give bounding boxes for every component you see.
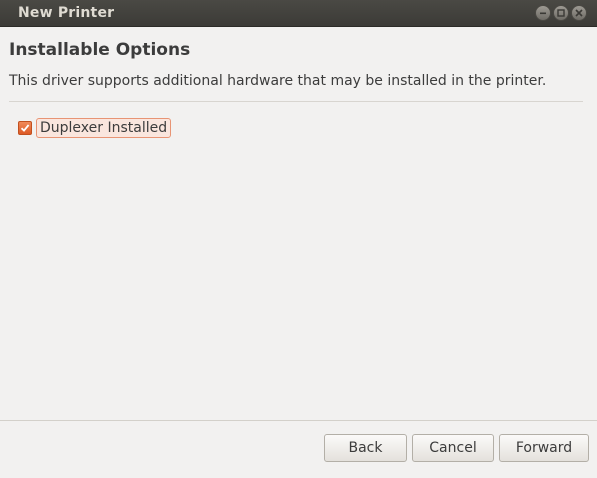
checkmark-icon <box>20 124 30 132</box>
page-description: This driver supports additional hardware… <box>9 73 547 89</box>
maximize-icon[interactable] <box>553 5 569 21</box>
divider <box>9 101 583 102</box>
duplexer-option[interactable]: Duplexer Installed <box>18 118 172 138</box>
back-button[interactable]: Back <box>324 434 407 462</box>
minimize-icon[interactable] <box>535 5 551 21</box>
forward-button[interactable]: Forward <box>499 434 589 462</box>
window-title: New Printer <box>18 5 115 21</box>
cancel-button[interactable]: Cancel <box>412 434 494 462</box>
window-controls <box>535 5 587 21</box>
duplexer-checkbox[interactable] <box>18 121 32 135</box>
close-icon[interactable] <box>571 5 587 21</box>
dialog-content: Installable Options This driver supports… <box>0 27 597 478</box>
page-title: Installable Options <box>9 40 191 60</box>
title-bar[interactable]: New Printer <box>0 0 597 27</box>
button-area-divider <box>0 420 597 421</box>
duplexer-label[interactable]: Duplexer Installed <box>36 118 172 138</box>
new-printer-window: New Printer Installable Options This dri… <box>0 0 597 478</box>
